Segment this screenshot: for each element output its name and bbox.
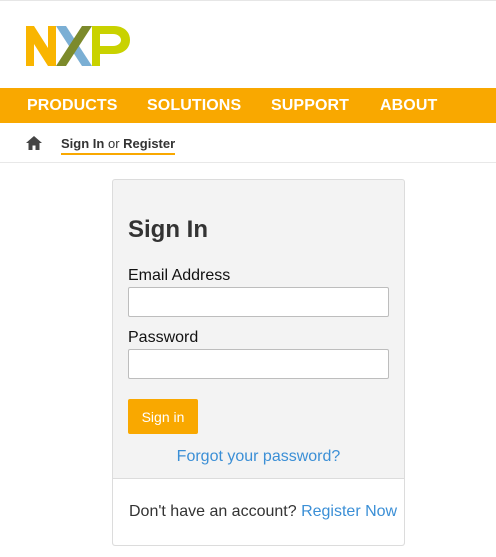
breadcrumb: Sign In or Register: [0, 123, 496, 163]
forgot-password-link[interactable]: Forgot your password?: [113, 448, 404, 466]
main-nav: PRODUCTS SOLUTIONS SUPPORT ABOUT: [0, 88, 496, 123]
breadcrumb-or: or: [107, 136, 120, 151]
email-field[interactable]: [128, 287, 389, 317]
no-account-text: Don't have an account?: [129, 503, 297, 520]
password-label: Password: [128, 329, 199, 346]
nav-solutions[interactable]: SOLUTIONS: [147, 97, 241, 115]
nav-products[interactable]: PRODUCTS: [27, 97, 118, 115]
sign-in-button[interactable]: Sign in: [128, 399, 198, 434]
signin-panel: Sign In Email Address Password Sign in F…: [112, 179, 405, 546]
nav-about[interactable]: ABOUT: [380, 97, 437, 115]
signin-title: Sign In: [128, 216, 208, 243]
register-now-link[interactable]: Register Now: [301, 503, 397, 520]
password-field[interactable]: [128, 349, 389, 379]
nxp-logo[interactable]: [26, 26, 130, 66]
site-header: [0, 0, 496, 88]
nav-support[interactable]: SUPPORT: [271, 97, 349, 115]
register-prompt: Don't have an account? Register Now: [129, 503, 397, 521]
breadcrumb-sign-in: Sign In: [61, 136, 105, 151]
breadcrumb-register: Register: [123, 136, 176, 151]
email-label: Email Address: [128, 267, 231, 284]
breadcrumb-current[interactable]: Sign In or Register: [61, 136, 176, 155]
home-icon[interactable]: [26, 136, 42, 150]
signin-footer: Don't have an account? Register Now: [113, 479, 404, 545]
